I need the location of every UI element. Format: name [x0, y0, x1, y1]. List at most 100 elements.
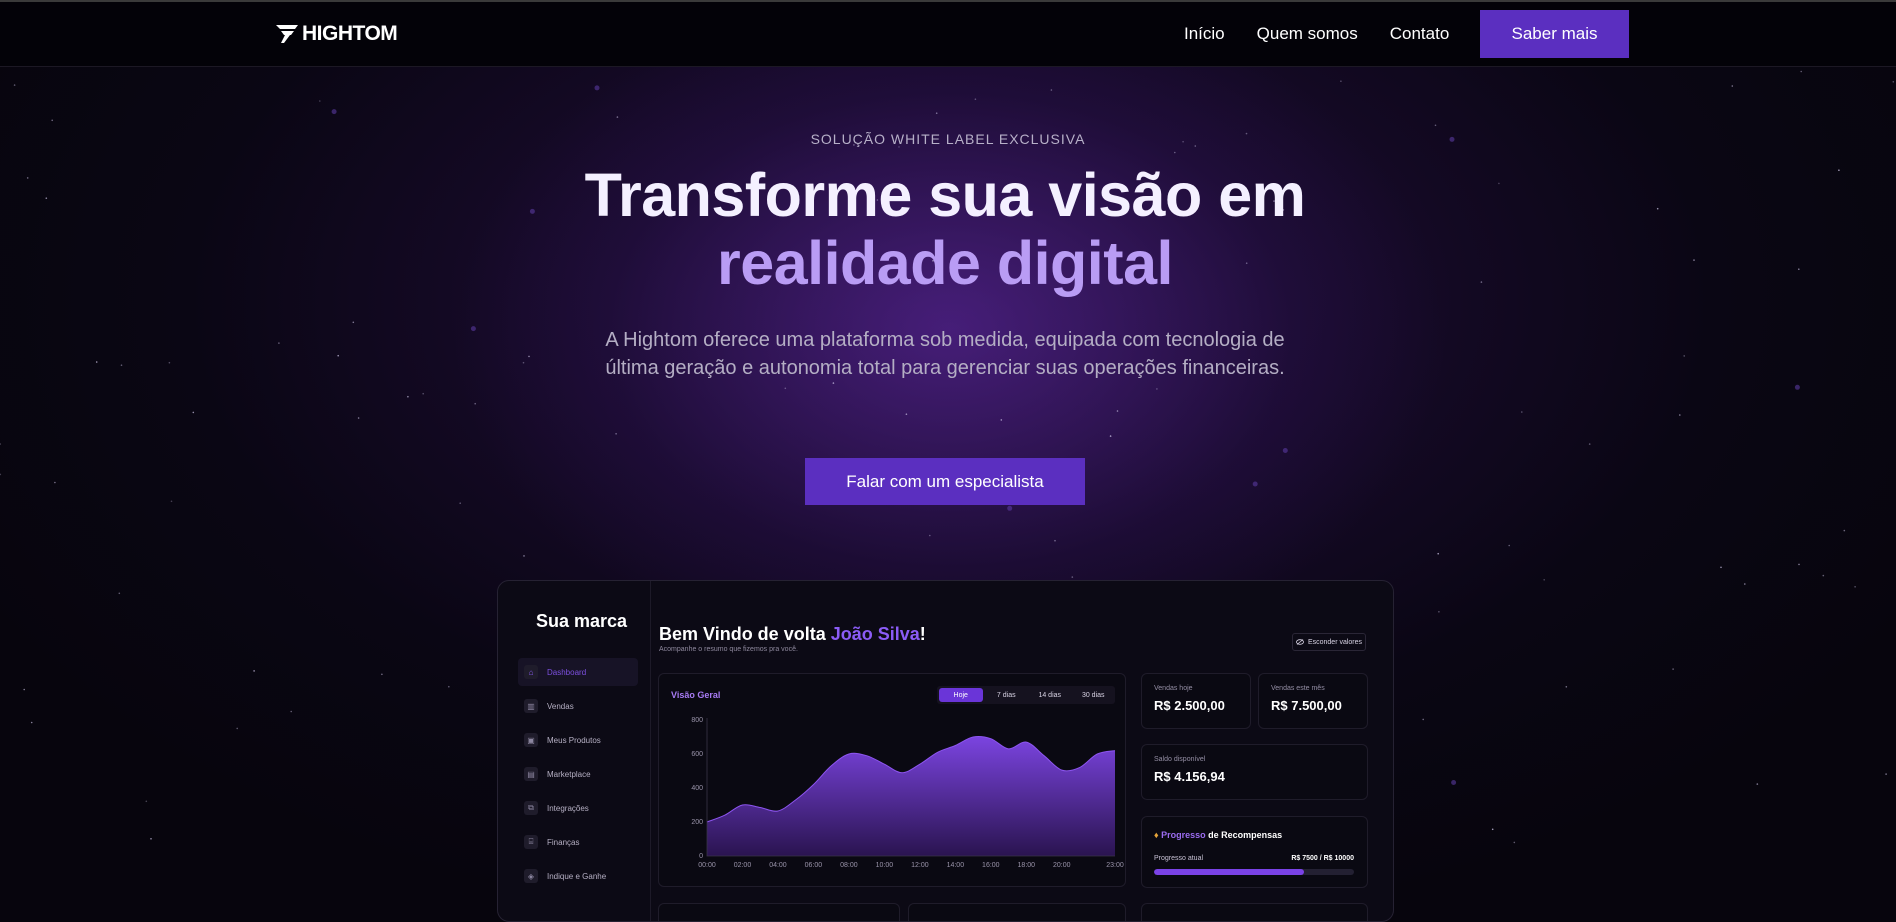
- star-dot: [1843, 529, 1846, 532]
- star-dot: [616, 116, 619, 118]
- sidebar-item-vendas[interactable]: ▥ Vendas: [518, 692, 638, 720]
- rewards-title-rest: de Recompensas: [1205, 830, 1283, 840]
- dashboard-sidebar: Sua marca ⌂ Dashboard ▥ Vendas ▣ Meus Produto…: [498, 581, 651, 921]
- hide-values-label: Esconder valores: [1307, 638, 1363, 646]
- rewards-amount: R$ 7500 / R$ 10000: [1291, 855, 1354, 862]
- sales-today-value: R$ 2.500,00: [1154, 698, 1225, 713]
- hightom-logo-icon: [276, 25, 298, 43]
- star-dot: [448, 685, 450, 688]
- star-dot: [357, 417, 360, 419]
- star-dot: [905, 413, 908, 416]
- star-dot: [1679, 414, 1681, 416]
- star-dot: [352, 321, 355, 324]
- star-dot: [145, 800, 148, 803]
- talk-to-specialist-button[interactable]: Falar com um especialista: [805, 458, 1085, 505]
- box-icon: ▣: [524, 733, 538, 747]
- sales-month-label: Vendas este mês: [1271, 685, 1325, 692]
- sidebar-item-label: Marketplace: [547, 769, 591, 779]
- star-dot: [1174, 151, 1176, 154]
- star-dot: [1050, 89, 1053, 91]
- star-dot: [381, 673, 383, 676]
- sidebar-item-label: Vendas: [547, 701, 574, 711]
- tab-14-dias[interactable]: 14 dias: [1028, 686, 1072, 704]
- bottom-card-2: [908, 903, 1126, 921]
- gift-icon: ◈: [524, 869, 538, 883]
- store-icon: ▤: [524, 767, 538, 781]
- rewards-title-highlight: Progresso: [1161, 830, 1206, 840]
- star-dot: [1744, 583, 1746, 585]
- chart-title: Visão Geral: [671, 690, 721, 700]
- sidebar-item-label: Meus Produtos: [547, 735, 601, 745]
- sidebar-item-indique-e-ganhe[interactable]: ◈ Indique e Ganhe: [518, 862, 638, 890]
- y-tick-label: 0: [699, 853, 703, 860]
- x-tick-label: 14:00: [947, 862, 965, 869]
- star-dot: [474, 402, 477, 405]
- rewards-card: ♦ Progresso de Recompensas Progresso atu…: [1141, 816, 1368, 888]
- x-tick-label: 06:00: [805, 862, 823, 869]
- star-dot: [1508, 544, 1510, 547]
- star-dot: [1683, 355, 1685, 357]
- nav-link-quem-somos[interactable]: Quem somos: [1257, 24, 1358, 44]
- tab-7-dias[interactable]: 7 dias: [985, 686, 1029, 704]
- x-tick-label: 18:00: [1018, 862, 1036, 869]
- star-dot: [1007, 505, 1013, 511]
- sidebar-item-integrações[interactable]: ⧉ Integrações: [518, 794, 638, 822]
- overview-area-chart: 0 200 400 600 800 00:00 02:00 04:00 06:00 08:00 10…: [691, 717, 1124, 869]
- sidebar-item-label: Indique e Ganhe: [547, 871, 607, 881]
- home-icon: ⌂: [524, 665, 538, 679]
- star-dot: [1543, 579, 1545, 581]
- star-dot: [1451, 780, 1457, 785]
- x-tick-label: 12:00: [911, 862, 929, 869]
- rewards-current-label: Progresso atual: [1154, 855, 1204, 862]
- x-tick-label: 00:00: [698, 862, 716, 869]
- hero-subtitle: A Hightom oferece uma plataforma sob med…: [605, 329, 1285, 379]
- star-dot: [1731, 85, 1734, 87]
- star-dot: [95, 361, 98, 363]
- brand-placeholder: Sua marca: [536, 611, 628, 631]
- star-dot: [1521, 411, 1523, 413]
- hero-eyebrow: SOLUÇÃO WHITE LABEL EXCLUSIVA: [810, 131, 1086, 147]
- x-tick-label: 16:00: [982, 862, 1000, 869]
- hide-values-button[interactable]: Esconder valores: [1292, 633, 1366, 651]
- sidebar-item-marketplace[interactable]: ▤ Marketplace: [518, 760, 638, 788]
- star-dot: [168, 361, 171, 364]
- tab-hoje[interactable]: Hoje: [939, 688, 983, 702]
- sales-today-label: Vendas hoje: [1154, 685, 1193, 692]
- star-dot: [1513, 841, 1516, 844]
- rewards-progress-row: Progresso atual R$ 7500 / R$ 10000: [1154, 855, 1354, 862]
- bottom-card-3: [1141, 903, 1368, 921]
- star-dot: [784, 387, 787, 390]
- y-tick-label: 400: [691, 785, 703, 792]
- eye-off-icon: [1296, 639, 1304, 645]
- rewards-progress-fill: [1154, 869, 1304, 875]
- y-tick-label: 200: [691, 819, 703, 826]
- user-name: João Silva: [830, 624, 920, 644]
- star-dot: [1340, 80, 1342, 82]
- nav-link-inicio[interactable]: Início: [1184, 24, 1225, 44]
- saber-mais-button[interactable]: Saber mais: [1480, 10, 1629, 58]
- star-dot: [118, 592, 121, 595]
- rewards-title: ♦ Progresso de Recompensas: [1154, 830, 1282, 840]
- bar-chart-icon: ▥: [524, 699, 538, 713]
- hero-title-line2: realidade digital: [717, 229, 1173, 297]
- star-dot: [1588, 443, 1591, 445]
- brand-logo[interactable]: HIGHTOM: [276, 22, 398, 46]
- sidebar-item-finanças[interactable]: ⌸ Finanças: [518, 828, 638, 856]
- star-dot: [522, 361, 525, 364]
- welcome-subtitle: Acompanhe o resumo que fizemos pra você.: [659, 646, 798, 653]
- sales-today-card: Vendas hoje R$ 2.500,00: [1141, 673, 1251, 729]
- sidebar-item-label: Dashboard: [547, 667, 587, 677]
- nav-link-contato[interactable]: Contato: [1390, 24, 1450, 44]
- tab-30-dias[interactable]: 30 dias: [1072, 686, 1116, 704]
- star-dot: [170, 500, 173, 503]
- star-dot: [51, 119, 53, 122]
- star-dot: [1854, 586, 1856, 588]
- star-dot: [1491, 828, 1494, 831]
- sidebar-item-meus-produtos[interactable]: ▣ Meus Produtos: [518, 726, 638, 754]
- rewards-progress-bar: [1154, 869, 1354, 875]
- puzzle-icon: ⧉: [524, 801, 538, 815]
- sidebar-item-dashboard[interactable]: ⌂ Dashboard: [518, 658, 638, 686]
- x-tick-label: 02:00: [734, 862, 752, 869]
- star-dot: [1071, 576, 1074, 578]
- star-dot: [1800, 70, 1802, 73]
